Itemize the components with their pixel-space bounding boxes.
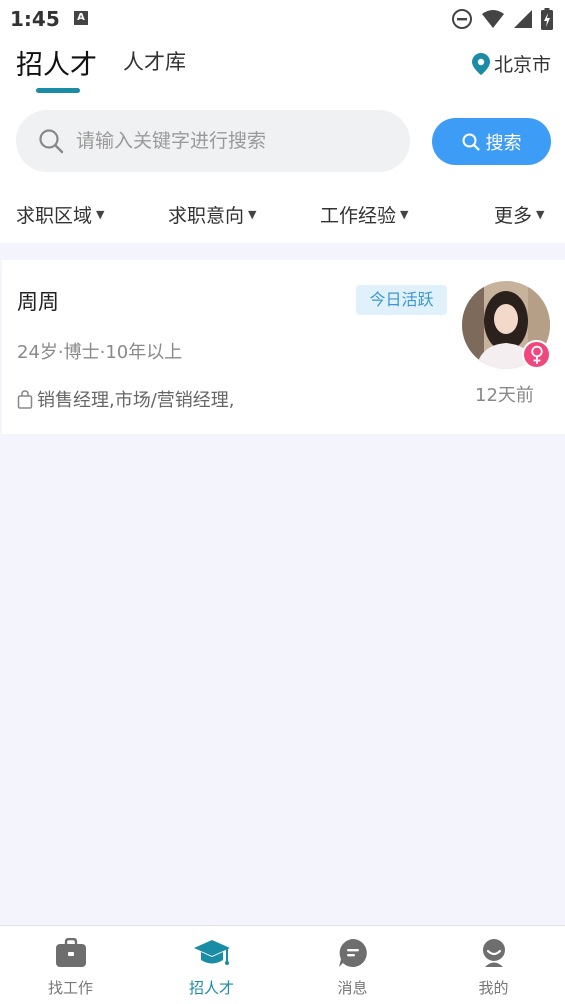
candidate-card[interactable]: 周周 今日活跃 24岁·博士·10年以上 销售经理,市场/营销经理, 12天前 <box>2 260 565 434</box>
search-button-label: 搜索 <box>485 132 522 154</box>
filter-label: 求职意向 <box>168 205 245 227</box>
status-bar: 1:45 A <box>0 0 565 38</box>
active-today-badge: 今日活跃 <box>356 285 447 315</box>
tab-recruit-talent[interactable]: 招人才 <box>16 43 97 82</box>
status-icons <box>451 7 553 31</box>
candidate-job-intentions: 销售经理,市场/营销经理, <box>17 386 235 412</box>
graduation-cap-icon <box>193 940 230 965</box>
bag-icon <box>17 389 33 409</box>
filter-job-intention[interactable]: 求职意向 ▼ <box>168 201 256 228</box>
profile-icon <box>482 939 505 967</box>
wifi-icon <box>482 10 504 28</box>
filter-label: 求职区域 <box>16 205 93 227</box>
notification-a-icon: A <box>74 11 88 25</box>
dropdown-caret-icon: ▼ <box>536 208 545 221</box>
nav-label: 招人才 <box>188 979 234 997</box>
nav-recruit-talent[interactable]: 招人才 <box>141 926 282 1004</box>
search-button-icon <box>462 133 480 151</box>
job-intentions-text: 销售经理,市场/营销经理, <box>37 390 235 411</box>
filter-work-experience[interactable]: 工作经验 ▼ <box>320 201 408 228</box>
candidate-info: 24岁·博士·10年以上 <box>17 342 183 363</box>
nav-messages[interactable]: 消息 <box>282 926 423 1004</box>
search-input[interactable] <box>76 124 396 158</box>
last-active-time: 12天前 <box>475 385 534 406</box>
status-time: 1:45 <box>10 7 60 31</box>
nav-label: 找工作 <box>47 979 93 997</box>
tab-talent-pool[interactable]: 人才库 <box>123 46 186 76</box>
location-pin-icon <box>471 52 490 75</box>
female-gender-icon <box>522 340 551 369</box>
filter-job-region[interactable]: 求职区域 ▼ <box>16 201 104 228</box>
location-city: 北京市 <box>493 54 551 76</box>
dropdown-caret-icon: ▼ <box>400 208 409 221</box>
search-icon <box>39 129 64 154</box>
signal-icon <box>514 10 532 28</box>
battery-icon <box>541 8 553 30</box>
nav-profile[interactable]: 我的 <box>423 926 564 1004</box>
dropdown-caret-icon: ▼ <box>96 208 105 221</box>
dropdown-caret-icon: ▼ <box>248 208 257 221</box>
nav-label: 我的 <box>478 979 509 997</box>
search-box[interactable] <box>16 110 410 172</box>
candidate-name: 周周 <box>17 290 59 314</box>
active-tab-indicator <box>36 88 80 93</box>
search-button[interactable]: 搜索 <box>432 118 551 165</box>
message-icon <box>338 939 367 967</box>
filter-label: 工作经验 <box>320 205 397 227</box>
filter-more[interactable]: 更多 ▼ <box>494 201 544 228</box>
briefcase-icon <box>55 938 86 967</box>
nav-label: 消息 <box>337 979 368 997</box>
location-selector[interactable]: 北京市 <box>471 50 551 77</box>
filter-label: 更多 <box>494 205 533 227</box>
nav-find-job[interactable]: 找工作 <box>0 926 141 1004</box>
bottom-navigation: 找工作 招人才 消息 我的 <box>0 925 565 1004</box>
do-not-disturb-icon <box>452 9 472 29</box>
